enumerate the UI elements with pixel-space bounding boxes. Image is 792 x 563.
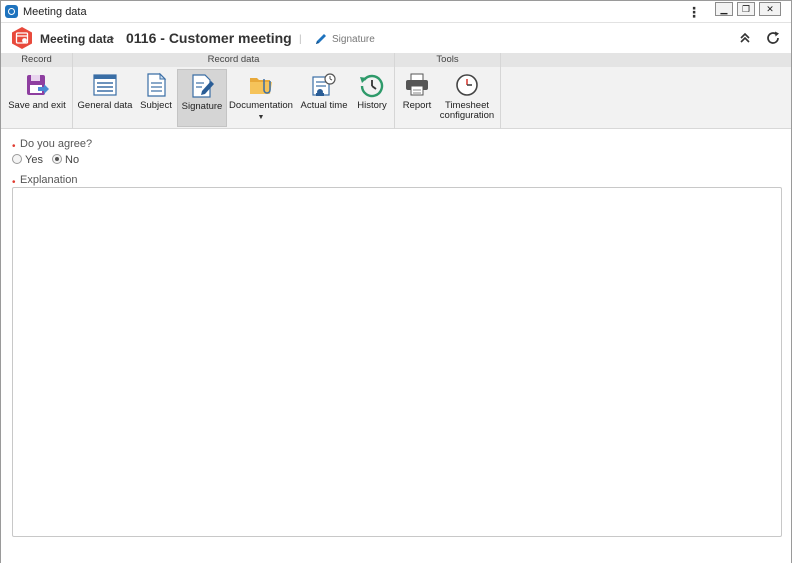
ribbon-toolbar: Record Save and exit Record data General… xyxy=(1,53,791,129)
ribbon-empty-area xyxy=(501,53,791,129)
more-options-icon[interactable]: ⋮ xyxy=(687,4,701,20)
actual-time-button[interactable]: Actual time xyxy=(297,69,351,127)
ribbon-group-tools: Tools Report Timesheet configuration xyxy=(395,53,501,129)
app-logo-icon xyxy=(5,5,18,18)
ribbon-group-label: Record data xyxy=(73,53,394,67)
no-radio[interactable] xyxy=(52,154,62,164)
save-and-exit-button[interactable]: Save and exit xyxy=(5,69,69,127)
no-radio-label[interactable]: No xyxy=(65,154,79,166)
ribbon-group-record-data: Record data General data Subject Signatu… xyxy=(73,53,395,129)
close-button[interactable]: ✕ xyxy=(759,2,781,16)
documentation-button[interactable]: Documentation ▼ xyxy=(229,69,293,127)
ribbon-group-label: Tools xyxy=(395,53,500,67)
history-label: History xyxy=(357,100,387,111)
restore-button[interactable]: ❐ xyxy=(737,2,755,16)
title-bar: Meeting data ⋮ ▁ ❐ ✕ xyxy=(1,1,791,23)
breadcrumb-module[interactable]: Meeting data xyxy=(40,32,113,46)
ribbon-group-record: Record Save and exit xyxy=(1,53,73,129)
document-icon xyxy=(147,72,167,97)
actual-time-icon xyxy=(312,73,336,96)
explanation-label: Explanation xyxy=(20,174,78,186)
ribbon-group-label-empty xyxy=(501,53,791,67)
current-section-label: Signature xyxy=(332,34,375,45)
required-marker: • xyxy=(12,141,16,152)
collapse-chevron-icon[interactable] xyxy=(737,30,753,46)
save-and-exit-label: Save and exit xyxy=(8,100,66,111)
meeting-data-window: Meeting data ⋮ ▁ ❐ ✕ Meeting data › 0116… xyxy=(0,0,792,563)
timesheet-configuration-button[interactable]: Timesheet configuration xyxy=(437,69,497,127)
minimize-button[interactable]: ▁ xyxy=(715,2,733,16)
documentation-label: Documentation xyxy=(229,100,293,111)
history-button[interactable]: History xyxy=(353,69,391,127)
subject-label: Subject xyxy=(140,100,172,111)
record-title: 0116 - Customer meeting xyxy=(126,30,292,46)
refresh-icon[interactable] xyxy=(765,30,781,46)
breadcrumb: Meeting data › 0116 - Customer meeting |… xyxy=(1,23,791,53)
signature-icon xyxy=(192,74,214,98)
meeting-module-icon xyxy=(12,27,32,49)
save-exit-icon xyxy=(27,75,49,95)
report-button[interactable]: Report xyxy=(399,69,435,127)
general-data-icon xyxy=(93,74,117,96)
header-divider: | xyxy=(299,34,302,45)
explanation-textarea[interactable] xyxy=(12,187,782,537)
history-icon xyxy=(360,74,384,98)
general-data-label: General data xyxy=(77,100,133,111)
yes-radio[interactable] xyxy=(12,154,22,164)
timesheet-configuration-label: Timesheet configuration xyxy=(437,101,497,121)
timesheet-label-line2: configuration xyxy=(439,110,495,121)
signature-form: • Do you agree? Yes No • Explanation xyxy=(1,129,791,563)
agree-question-label: Do you agree? xyxy=(20,138,93,150)
clock-icon xyxy=(456,74,478,96)
signature-button[interactable]: Signature xyxy=(177,69,227,127)
actual-time-label: Actual time xyxy=(300,100,348,111)
printer-icon xyxy=(406,73,428,96)
yes-radio-label[interactable]: Yes xyxy=(25,154,43,166)
dropdown-arrow-icon: ▼ xyxy=(257,114,265,121)
pencil-icon xyxy=(316,34,326,44)
subject-button[interactable]: Subject xyxy=(135,69,177,127)
window-title: Meeting data xyxy=(23,6,87,18)
folder-attachment-icon xyxy=(250,78,272,94)
ribbon-group-label: Record xyxy=(1,53,72,67)
report-label: Report xyxy=(402,100,432,111)
signature-label: Signature xyxy=(181,101,223,112)
breadcrumb-separator: › xyxy=(110,30,115,45)
general-data-button[interactable]: General data xyxy=(77,69,133,127)
